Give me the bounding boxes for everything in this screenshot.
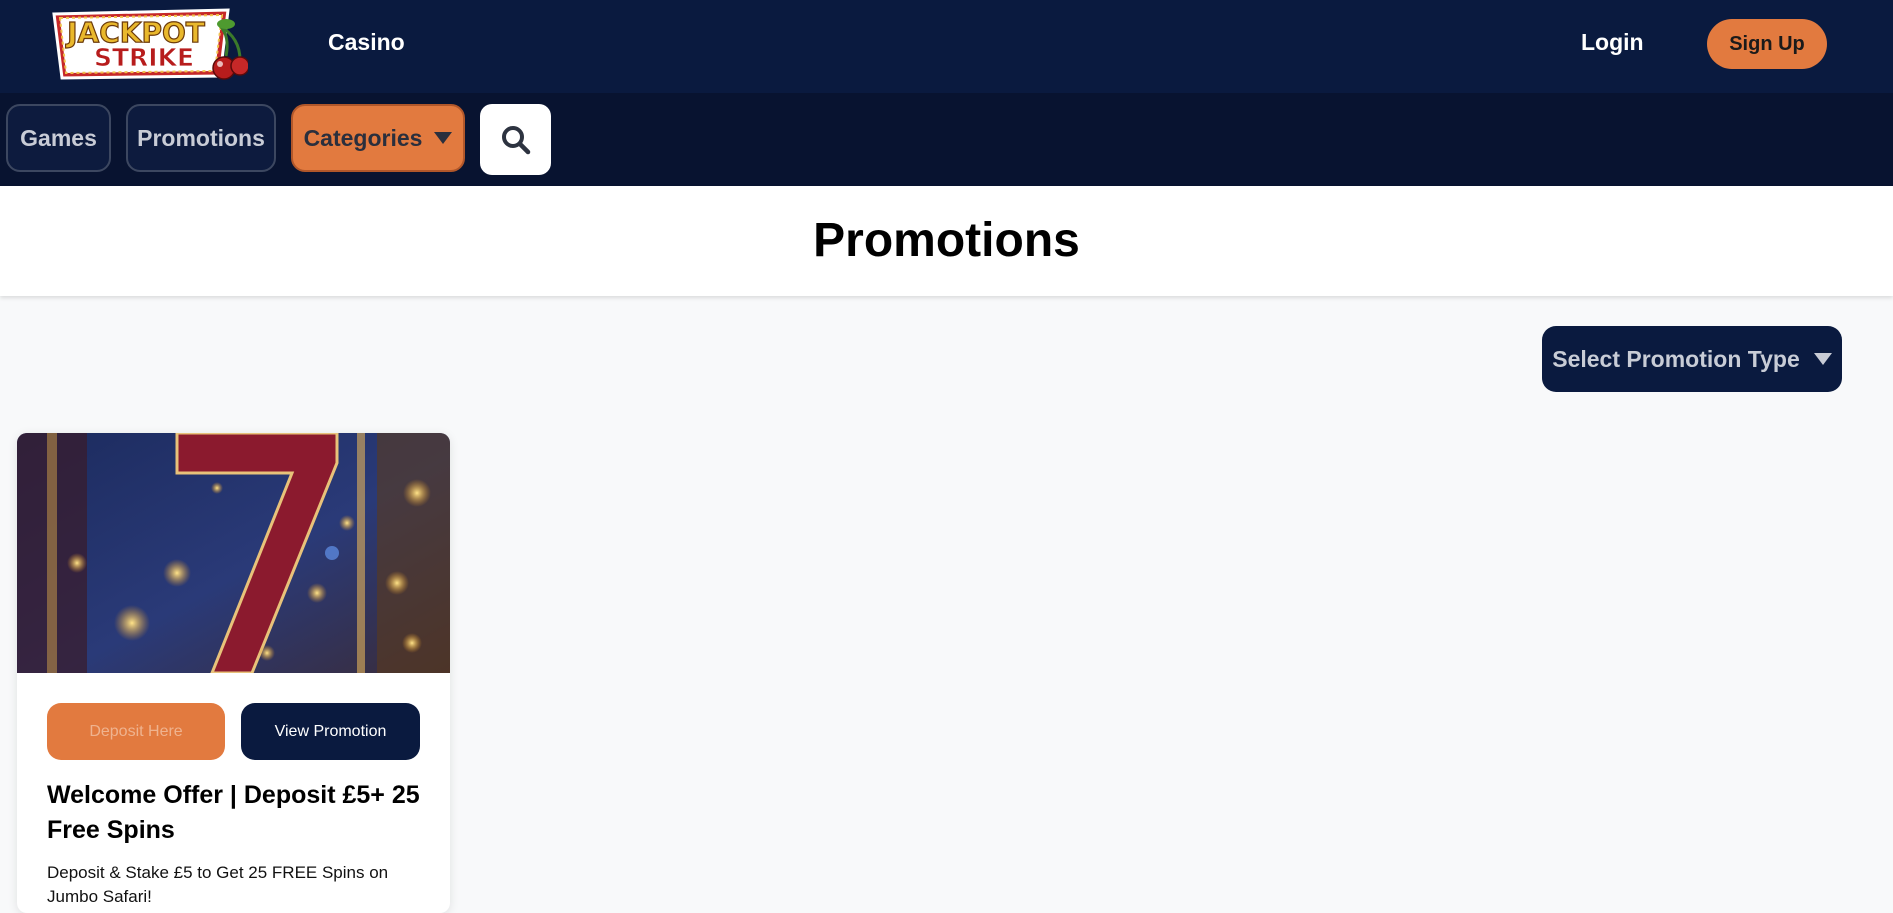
- promotion-title: Welcome Offer | Deposit £5+ 25 Free Spin…: [47, 781, 420, 844]
- promotion-card: Deposit Here View Promotion Welcome Offe…: [17, 433, 450, 913]
- categories-dropdown[interactable]: Categories: [291, 104, 465, 172]
- caret-down-icon: [1813, 353, 1832, 365]
- promotion-type-label: Select Promotion Type: [1552, 345, 1800, 372]
- jackpot-strike-logo[interactable]: JACKPOT STRIKE: [50, 6, 248, 84]
- promotion-image: [17, 433, 450, 673]
- search-icon: [501, 125, 530, 154]
- tab-promotions[interactable]: Promotions: [126, 104, 276, 172]
- secondary-nav: [0, 93, 1893, 186]
- login-link[interactable]: Login: [1581, 29, 1644, 56]
- caret-down-icon: [434, 132, 453, 144]
- promotion-type-select[interactable]: Select Promotion Type: [1542, 326, 1842, 392]
- promotion-description: Deposit & Stake £5 to Get 25 FREE Spins …: [47, 863, 389, 906]
- tab-games[interactable]: Games: [6, 104, 111, 172]
- view-promotion-button[interactable]: View Promotion: [241, 703, 420, 760]
- search-button[interactable]: [480, 104, 551, 175]
- deposit-here-button[interactable]: Deposit Here: [47, 703, 225, 760]
- signup-button[interactable]: Sign Up: [1707, 19, 1827, 69]
- categories-label: Categories: [303, 124, 423, 151]
- nav-link-casino[interactable]: Casino: [328, 29, 405, 56]
- logo-text-strike: STRIKE: [94, 43, 194, 72]
- page-title: Promotions: [813, 214, 1080, 267]
